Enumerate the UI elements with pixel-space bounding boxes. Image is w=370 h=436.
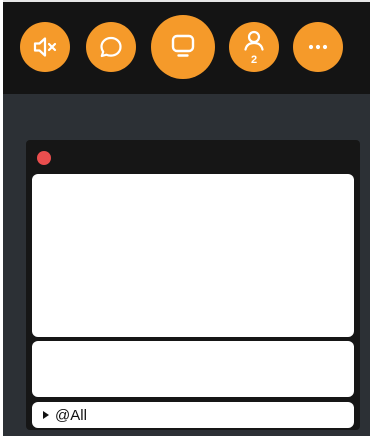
chat-button[interactable] <box>86 22 136 72</box>
speaker-muted-icon <box>33 37 57 57</box>
recipient-label: @All <box>55 406 87 424</box>
recipient-selector[interactable]: @All <box>32 402 354 428</box>
participants-button[interactable]: 2 <box>229 22 279 72</box>
present-button[interactable] <box>151 15 215 79</box>
chat-panel: @All <box>26 140 360 430</box>
person-icon <box>244 30 264 51</box>
toolbar: 2 <box>3 2 370 94</box>
message-input[interactable] <box>32 341 354 397</box>
chat-bubble-icon <box>100 36 122 58</box>
disclosure-triangle-icon <box>43 411 49 419</box>
more-options-button[interactable] <box>293 22 343 72</box>
screen-share-icon <box>171 34 195 57</box>
participant-count: 2 <box>250 54 258 66</box>
mute-button[interactable] <box>20 22 70 72</box>
meeting-window: 2 @All <box>3 0 370 436</box>
close-dot[interactable] <box>37 151 51 165</box>
ellipsis-icon <box>308 44 328 50</box>
message-area <box>32 174 354 337</box>
